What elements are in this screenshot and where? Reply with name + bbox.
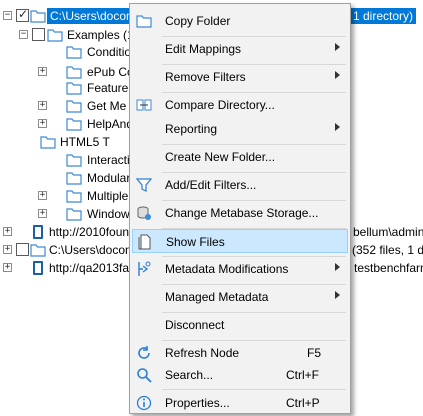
tree-child-label[interactable]: Interacti xyxy=(87,153,130,167)
submenu-arrow-icon xyxy=(335,123,340,131)
folder-icon xyxy=(66,190,82,203)
menu-item-label: Compare Directory... xyxy=(165,98,275,112)
expand-toggle[interactable]: + xyxy=(38,101,47,110)
tree-root-suffix: (352 files, 1 di xyxy=(352,243,423,257)
folder-icon xyxy=(66,154,82,167)
checkbox[interactable]: ✓ xyxy=(16,7,29,22)
expand-toggle[interactable]: + xyxy=(3,263,12,272)
tree-child-label[interactable]: Multiple xyxy=(87,189,128,203)
submenu-arrow-icon xyxy=(335,291,340,299)
checkmark-icon: ✓ xyxy=(18,7,29,21)
menu-item-properties[interactable]: Properties... Ctrl+P xyxy=(132,391,348,415)
menu-item-copy-folder[interactable]: Copy Folder xyxy=(132,9,348,33)
tree-child-label[interactable]: Modular xyxy=(87,171,130,185)
menu-item-remove-filters[interactable]: Remove Filters xyxy=(132,65,348,89)
expand-toggle[interactable]: + xyxy=(38,67,47,76)
expand-toggle[interactable]: + xyxy=(3,227,12,236)
expand-toggle[interactable]: + xyxy=(3,245,12,254)
menu-item-label: Remove Filters xyxy=(165,70,246,84)
folder-icon xyxy=(30,10,46,23)
menu-item-edit-mappings[interactable]: Edit Mappings xyxy=(132,37,348,61)
menu-item-label: Managed Metadata xyxy=(165,290,269,304)
tree-root-suffix[interactable]: 1 directory) xyxy=(350,8,416,24)
menu-item-change-metabase-storage[interactable]: Change Metabase Storage... xyxy=(132,201,348,225)
compare-icon xyxy=(136,99,152,111)
tree-child-label[interactable]: Feature xyxy=(87,81,128,95)
files-icon xyxy=(138,234,151,250)
menu-item-metadata-modifications[interactable]: Metadata Modifications xyxy=(132,257,348,281)
menu-item-search[interactable]: Search... Ctrl+F xyxy=(132,363,348,387)
folder-icon xyxy=(136,15,152,28)
submenu-arrow-icon xyxy=(335,71,340,79)
menu-item-create-new-folder[interactable]: Create New Folder... xyxy=(132,145,348,169)
folder-icon xyxy=(40,136,56,149)
menu-separator xyxy=(162,389,346,390)
sharepoint-site-icon xyxy=(33,261,43,275)
expand-toggle[interactable]: + xyxy=(38,191,47,200)
checkbox[interactable] xyxy=(32,28,45,41)
menu-item-label: Properties... xyxy=(165,396,230,410)
search-icon xyxy=(137,368,152,383)
menu-item-compare-directory[interactable]: Compare Directory... xyxy=(132,93,348,117)
menu-item-label: Add/Edit Filters... xyxy=(165,178,257,192)
folder-icon xyxy=(66,118,82,131)
folder-icon xyxy=(66,82,82,95)
menu-item-label: Disconnect xyxy=(165,318,225,332)
tree-row-child[interactable]: Condition xyxy=(0,41,138,63)
tree-root-label[interactable]: C:\Users\doconn xyxy=(47,8,139,24)
menu-item-label: Reporting xyxy=(165,122,218,136)
submenu-arrow-icon xyxy=(335,43,340,51)
tree-child-label[interactable]: HTML5 T xyxy=(60,135,110,149)
expand-toggle[interactable]: + xyxy=(38,209,47,218)
checkbox[interactable] xyxy=(16,243,29,256)
metadata-icon xyxy=(138,261,151,276)
menu-item-label: Change Metabase Storage... xyxy=(165,206,319,220)
menu-item-disconnect[interactable]: Disconnect xyxy=(132,313,348,337)
menu-item-label: Search... xyxy=(165,368,214,382)
folder-icon xyxy=(66,208,82,221)
menu-item-shortcut: F5 xyxy=(307,346,322,360)
sharepoint-site-icon xyxy=(33,225,43,239)
tree-root-label[interactable]: C:\Users\doconn xyxy=(49,243,138,257)
menu-item-managed-metadata[interactable]: Managed Metadata xyxy=(132,285,348,309)
folder-icon xyxy=(66,46,82,59)
menu-item-label: Create New Folder... xyxy=(165,150,276,164)
submenu-arrow-icon xyxy=(335,263,340,271)
menu-item-refresh-node[interactable]: Refresh Node F5 xyxy=(132,341,348,365)
menu-item-shortcut: Ctrl+F xyxy=(286,368,319,382)
tree-root-suffix: testbenchfarm) xyxy=(354,261,423,275)
refresh-icon xyxy=(138,346,150,359)
menu-item-label: Edit Mappings xyxy=(165,42,242,56)
menu-item-add-edit-filters[interactable]: Add/Edit Filters... xyxy=(132,173,348,197)
info-icon xyxy=(136,395,152,411)
menu-item-label: Metadata Modifications xyxy=(165,262,289,276)
menu-item-label: Refresh Node xyxy=(165,346,240,360)
menu-item-show-files[interactable]: Show Files xyxy=(132,229,348,253)
expand-toggle[interactable]: + xyxy=(38,119,47,128)
menu-item-label: Show Files xyxy=(166,235,225,249)
context-menu: Copy Folder Edit Mappings Remove Filters… xyxy=(129,3,351,414)
tree-root-label[interactable]: http://qa2013far xyxy=(49,261,133,275)
tree-root-suffix: bellum\administ xyxy=(353,225,423,239)
menu-item-shortcut: Ctrl+P xyxy=(286,396,320,410)
filter-icon xyxy=(136,178,152,192)
folder-icon xyxy=(66,100,82,113)
menu-item-reporting[interactable]: Reporting xyxy=(132,117,348,141)
tree-root-label[interactable]: http://2010foun xyxy=(49,225,129,239)
folder-icon xyxy=(66,172,82,185)
collapse-toggle[interactable]: − xyxy=(3,11,12,20)
folder-icon xyxy=(30,244,46,257)
collapse-toggle[interactable]: − xyxy=(19,30,28,39)
storage-icon xyxy=(137,206,151,220)
menu-item-label: Copy Folder xyxy=(165,14,231,28)
